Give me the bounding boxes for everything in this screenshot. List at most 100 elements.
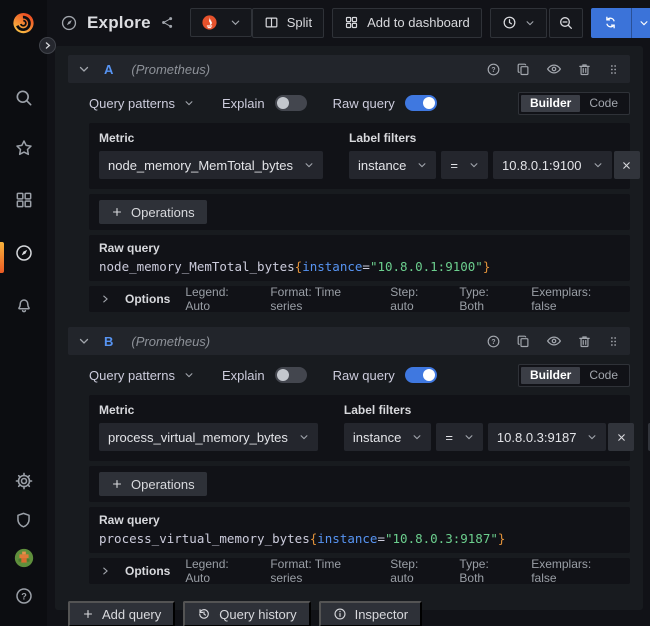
metric-select[interactable]: process_virtual_memory_bytes <box>99 423 318 451</box>
info-circle-icon <box>333 607 347 621</box>
option-format: Format: Time series <box>270 285 375 313</box>
explore-compass-title-icon <box>60 14 78 32</box>
settings-gear-icon[interactable] <box>0 471 47 491</box>
filter-value: 10.8.0.3:9187 <box>497 430 577 445</box>
options-title: Options <box>125 564 170 578</box>
query-datasource-name: (Prometheus) <box>131 62 210 77</box>
filter-operator-select[interactable]: = <box>441 151 488 179</box>
query-history-button[interactable]: Query history <box>183 601 310 626</box>
filter-value-select[interactable]: 10.8.0.3:9187 <box>488 423 607 451</box>
search-minus-icon <box>558 15 574 31</box>
filter-label-select[interactable]: instance <box>344 423 431 451</box>
explore-compass-icon[interactable] <box>0 243 47 263</box>
drag-handle-icon[interactable] <box>607 335 620 348</box>
option-step: Step: auto <box>390 285 444 313</box>
hide-response-eye-icon[interactable] <box>546 61 562 77</box>
options-summary-row[interactable]: Options Legend: Auto Format: Time series… <box>89 558 630 584</box>
dashboards-icon[interactable] <box>0 190 47 210</box>
collapse-query-icon[interactable] <box>78 335 90 347</box>
share-icon[interactable] <box>160 15 175 30</box>
options-expand-icon[interactable] <box>100 566 110 576</box>
label-filters-field: Label filters instance = 10.8.0.3:9187 <box>344 403 650 451</box>
star-icon[interactable] <box>0 138 47 158</box>
remove-filter-icon[interactable] <box>608 423 634 451</box>
explain-toggle[interactable] <box>275 367 307 383</box>
svg-text:?: ? <box>491 67 495 74</box>
sidebar-expand-icon[interactable] <box>39 37 56 54</box>
split-button[interactable]: Split <box>252 8 324 38</box>
raw-query-code: node_memory_MemTotal_bytes{instance="10.… <box>99 259 620 274</box>
filter-label-value: instance <box>358 158 406 173</box>
filter-operator-select[interactable]: = <box>436 423 483 451</box>
remove-query-trash-icon[interactable] <box>577 62 592 77</box>
query-help-icon[interactable]: ? <box>486 62 501 77</box>
operations-row: Operations <box>89 194 630 230</box>
option-step: Step: auto <box>390 557 444 585</box>
duplicate-query-icon[interactable] <box>516 62 531 77</box>
admin-shield-icon[interactable] <box>0 511 47 530</box>
editor-mode-switcher: Builder Code <box>518 364 630 387</box>
metric-value: process_virtual_memory_bytes <box>108 430 288 445</box>
run-query-interval-icon[interactable] <box>631 8 650 38</box>
search-icon[interactable] <box>0 88 47 108</box>
options-expand-icon[interactable] <box>100 294 110 304</box>
raw-query-toggle[interactable] <box>405 367 437 383</box>
run-query-button[interactable] <box>591 8 650 38</box>
query-patterns-dropdown[interactable]: Query patterns <box>89 96 194 111</box>
query-editor-row-a: A (Prometheus) ? <box>68 55 630 312</box>
query-ref-id: A <box>104 62 113 77</box>
grafana-logo-icon[interactable] <box>0 9 47 36</box>
hide-response-eye-icon[interactable] <box>546 333 562 349</box>
inspector-label: Inspector <box>355 607 408 622</box>
split-columns-icon <box>264 15 279 30</box>
remove-filter-icon[interactable] <box>614 151 640 179</box>
datasource-picker[interactable] <box>190 8 252 37</box>
filter-operator-value: = <box>445 430 453 445</box>
help-icon[interactable]: ? <box>0 586 47 606</box>
remove-query-trash-icon[interactable] <box>577 334 592 349</box>
add-operation-button[interactable]: Operations <box>99 200 207 224</box>
filter-value-select[interactable]: 10.8.0.1:9100 <box>493 151 612 179</box>
code-mode-button[interactable]: Code <box>580 367 627 384</box>
query-help-icon[interactable]: ? <box>486 334 501 349</box>
add-query-label: Add query <box>102 607 161 622</box>
filter-label-value: instance <box>353 430 401 445</box>
filter-label-select[interactable]: instance <box>349 151 436 179</box>
query-patterns-dropdown[interactable]: Query patterns <box>89 368 194 383</box>
label-filters-field: Label filters instance = 10.8.0.1:9100 <box>349 131 650 179</box>
duplicate-query-icon[interactable] <box>516 334 531 349</box>
builder-mode-button[interactable]: Builder <box>521 95 580 112</box>
history-icon <box>197 607 211 621</box>
explain-toggle[interactable] <box>275 95 307 111</box>
operations-label: Operations <box>131 477 195 492</box>
user-avatar[interactable] <box>0 547 47 569</box>
builder-mode-button[interactable]: Builder <box>521 367 580 384</box>
alerting-bell-icon[interactable] <box>0 295 47 315</box>
query-patterns-label: Query patterns <box>89 368 175 383</box>
zoom-out-button[interactable] <box>549 8 583 38</box>
raw-query-toggle[interactable] <box>405 95 437 111</box>
raw-query-label: Raw query <box>99 513 620 527</box>
code-mode-button[interactable]: Code <box>580 95 627 112</box>
time-picker-button[interactable] <box>490 8 547 38</box>
metric-field: Metric node_memory_MemTotal_bytes <box>99 131 323 179</box>
raw-query-preview: Raw query node_memory_MemTotal_bytes{ins… <box>89 235 630 281</box>
add-to-dashboard-button[interactable]: Add to dashboard <box>332 8 482 38</box>
svg-text:?: ? <box>21 591 27 601</box>
operations-row: Operations <box>89 466 630 502</box>
add-operation-button[interactable]: Operations <box>99 472 207 496</box>
explain-label: Explain <box>222 96 265 111</box>
plus-icon <box>82 608 94 620</box>
query-b-header: B (Prometheus) ? <box>68 327 630 355</box>
sync-icon[interactable] <box>591 8 631 38</box>
option-legend: Legend: Auto <box>185 557 255 585</box>
drag-handle-icon[interactable] <box>607 63 620 76</box>
add-query-button[interactable]: Add query <box>68 601 175 626</box>
collapse-query-icon[interactable] <box>78 63 90 75</box>
secondary-actions: Add query Query history Inspector <box>68 601 630 626</box>
inspector-button[interactable]: Inspector <box>319 601 422 626</box>
option-legend: Legend: Auto <box>185 285 255 313</box>
label-filters-label: Label filters <box>344 403 650 417</box>
options-summary-row[interactable]: Options Legend: Auto Format: Time series… <box>89 286 630 312</box>
metric-select[interactable]: node_memory_MemTotal_bytes <box>99 151 323 179</box>
